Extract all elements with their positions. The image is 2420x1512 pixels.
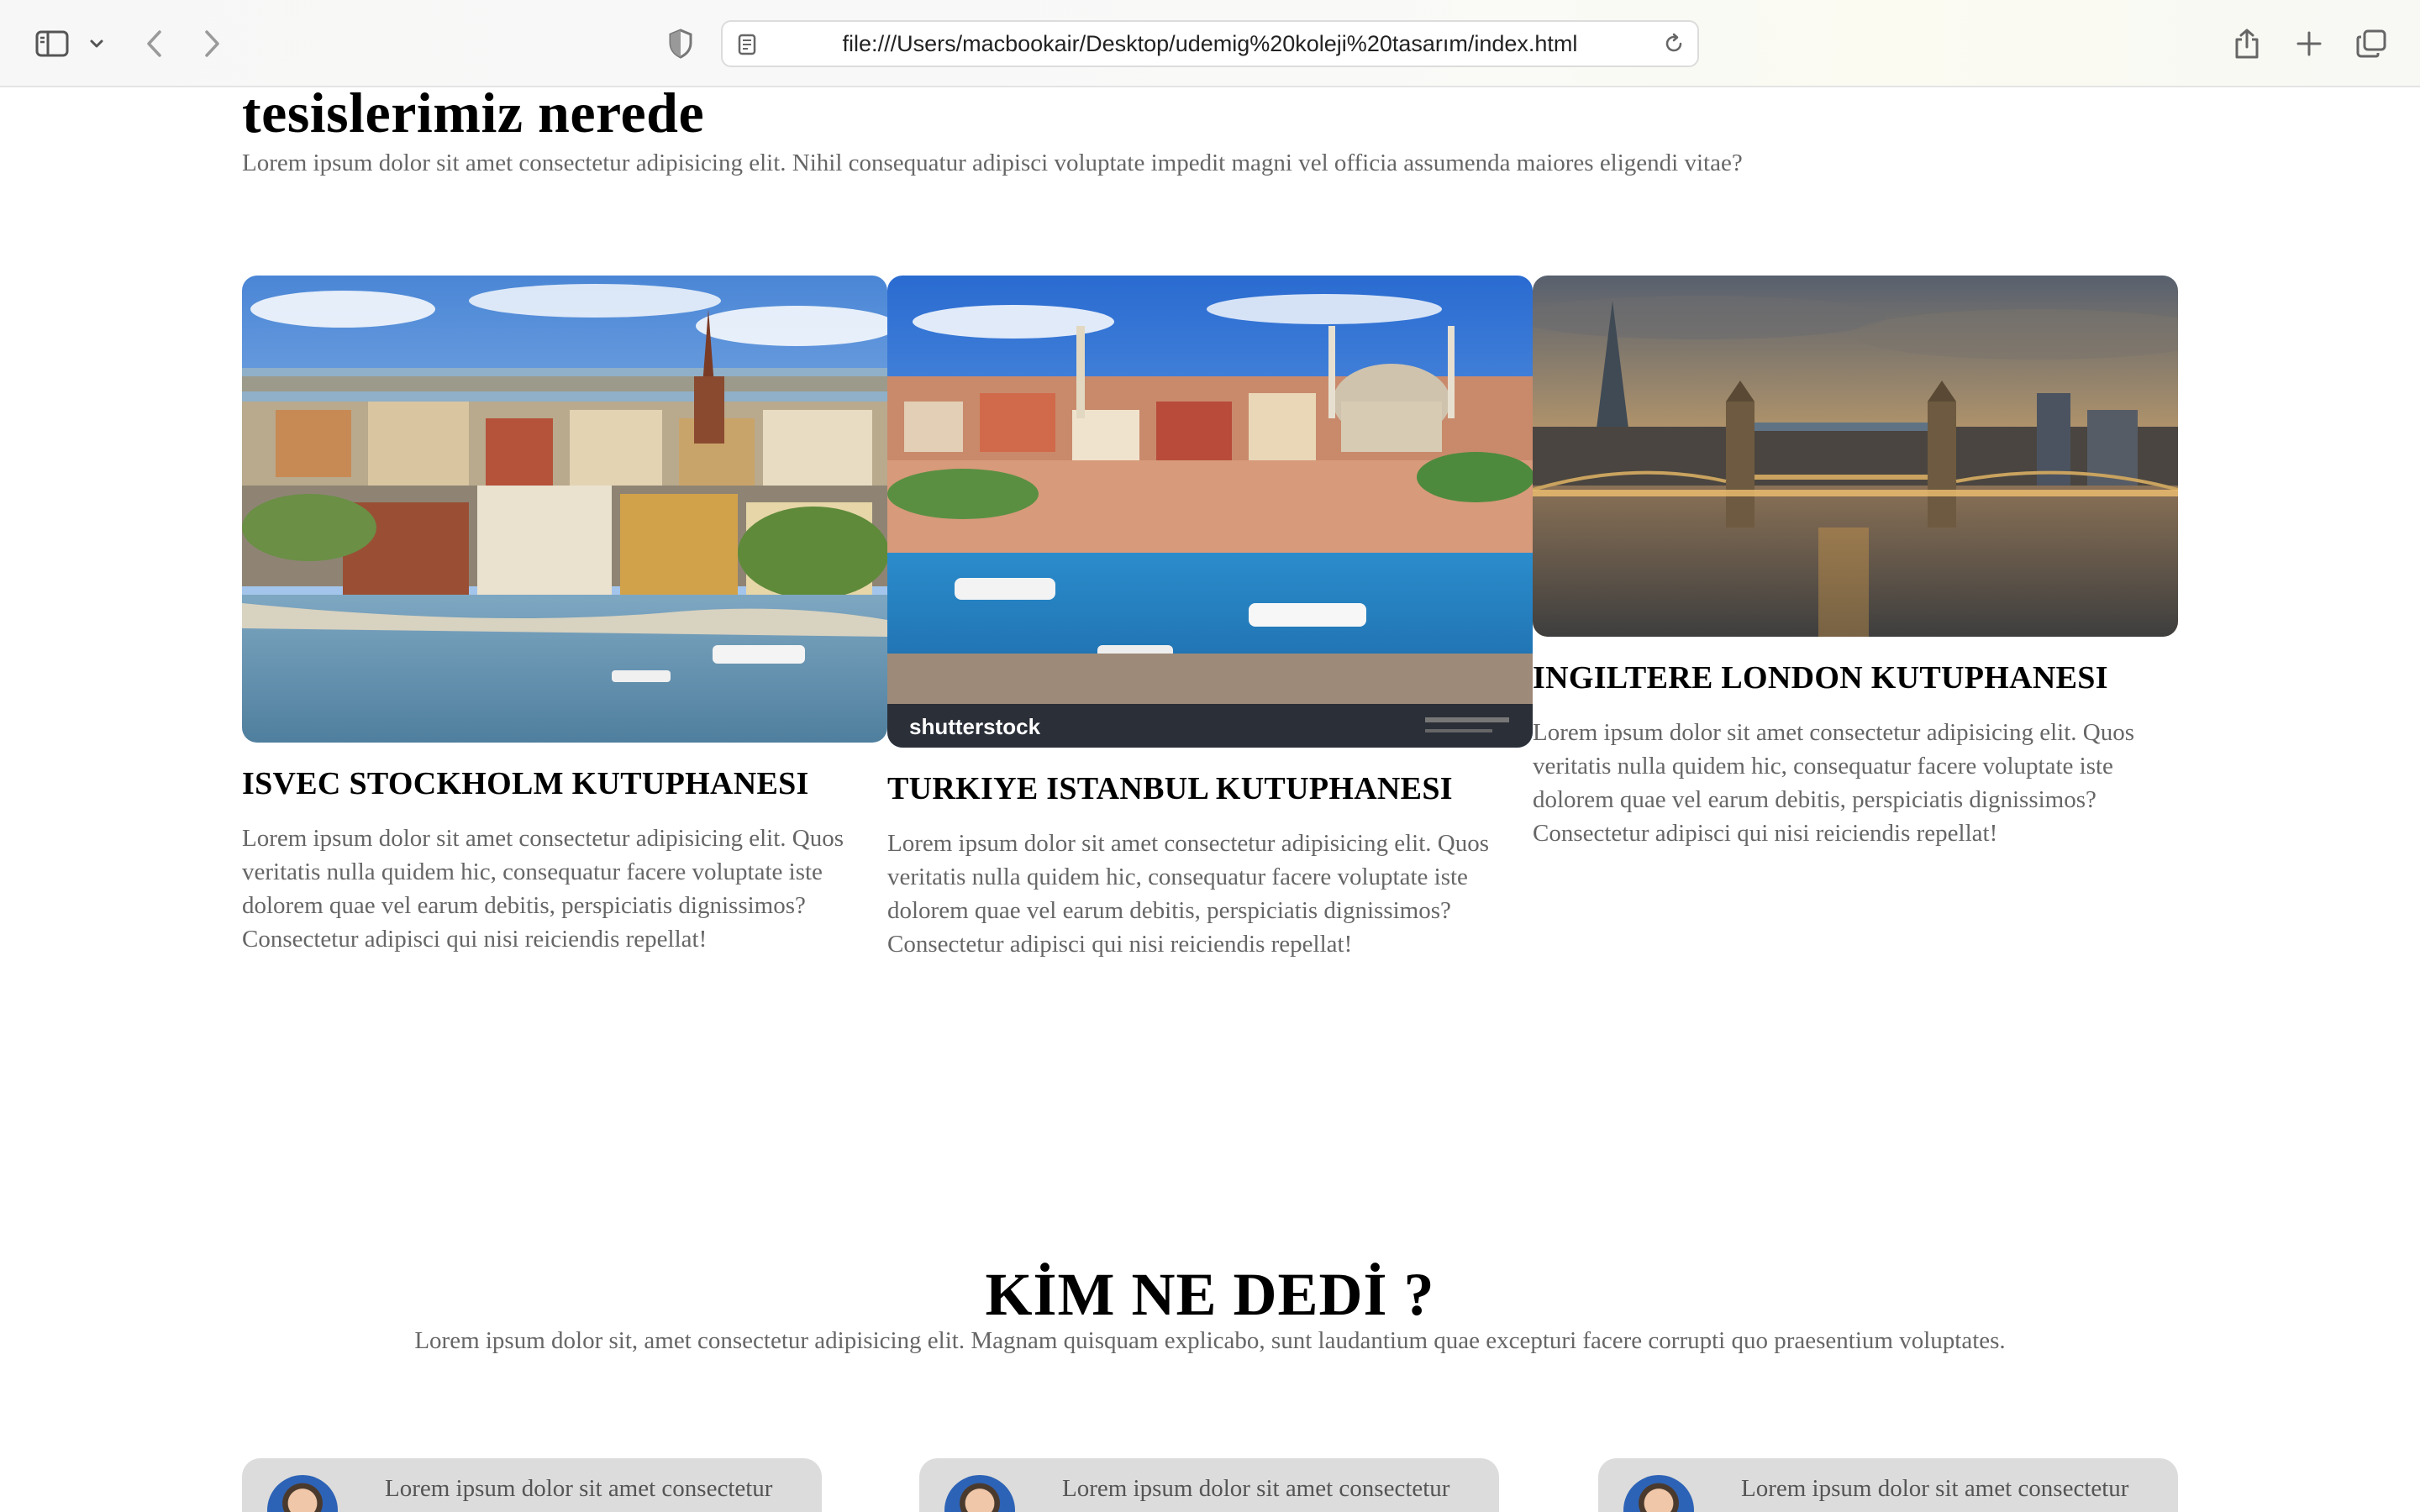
- shutterstock-watermark: shutterstock: [909, 714, 1041, 739]
- tab-group-menu-button[interactable]: [84, 18, 109, 69]
- shield-icon: [669, 29, 692, 59]
- tab-overview-button[interactable]: [2353, 18, 2390, 69]
- web-page: tesislerimiz nerede Lorem ipsum dolor si…: [0, 89, 2420, 1512]
- facility-card-istanbul: shutterstock TURKIYE ISTANBUL KUTUPHANES…: [887, 276, 1533, 961]
- testimonial-card: Lorem ipsum dolor sit amet consectetur: [1598, 1458, 2178, 1512]
- card-text: Lorem ipsum dolor sit amet consectetur a…: [242, 825, 844, 953]
- sidebar-toggle-button[interactable]: [30, 18, 74, 69]
- card-title: ISVEC STOCKHOLM KUTUPHANESI: [242, 766, 809, 801]
- chevron-down-icon: [90, 39, 103, 48]
- card-text: Lorem ipsum dolor sit amet consectetur a…: [887, 830, 1489, 958]
- facilities-title: tesislerimiz nerede: [242, 89, 705, 144]
- address-bar[interactable]: file:///Users/macbookair/Desktop/udemig%…: [721, 20, 1699, 67]
- testimonial-card: Lorem ipsum dolor sit amet consectetur: [919, 1458, 1499, 1512]
- forward-button[interactable]: [195, 18, 229, 69]
- tabs-overview-icon: [2356, 29, 2386, 58]
- sidebar-icon: [35, 30, 69, 57]
- card-title: INGILTERE LONDON KUTUPHANESI: [1533, 660, 2108, 696]
- istanbul-photo: shutterstock: [887, 276, 1533, 748]
- testimonials-description: Lorem ipsum dolor sit, amet consectetur …: [414, 1327, 2006, 1354]
- avatar: [1623, 1475, 1694, 1512]
- testimonial-text: Lorem ipsum dolor sit amet consectetur: [385, 1475, 773, 1502]
- facility-card-stockholm: ISVEC STOCKHOLM KUTUPHANESI Lorem ipsum …: [242, 276, 887, 956]
- new-tab-button[interactable]: [2291, 18, 2328, 69]
- share-button[interactable]: [2228, 18, 2265, 69]
- chevron-right-icon: [205, 30, 219, 57]
- card-title: TURKIYE ISTANBUL KUTUPHANESI: [887, 771, 1453, 806]
- url-text: file:///Users/macbookair/Desktop/udemig%…: [842, 31, 1578, 56]
- testimonial-text: Lorem ipsum dolor sit amet consectetur: [1741, 1475, 2129, 1502]
- testimonial-text: Lorem ipsum dolor sit amet consectetur: [1062, 1475, 1450, 1502]
- reload-icon[interactable]: [1662, 32, 1686, 55]
- browser-toolbar: file:///Users/macbookair/Desktop/udemig%…: [0, 0, 2420, 87]
- privacy-report-button[interactable]: [664, 18, 697, 69]
- testimonial-card: Lorem ipsum dolor sit amet consectetur: [242, 1458, 822, 1512]
- card-text: Lorem ipsum dolor sit amet consectetur a…: [1533, 719, 2134, 847]
- avatar: [267, 1475, 338, 1512]
- london-photo: [1533, 276, 2178, 637]
- chevron-left-icon: [147, 30, 161, 57]
- share-icon: [2235, 29, 2259, 59]
- avatar: [944, 1475, 1015, 1512]
- stockholm-photo: [242, 276, 887, 743]
- facility-card-london: INGILTERE LONDON KUTUPHANESI Lorem ipsum…: [1533, 276, 2178, 850]
- plus-icon: [2296, 31, 2322, 56]
- facilities-description: Lorem ipsum dolor sit amet consectetur a…: [242, 150, 1743, 176]
- back-button[interactable]: [138, 18, 171, 69]
